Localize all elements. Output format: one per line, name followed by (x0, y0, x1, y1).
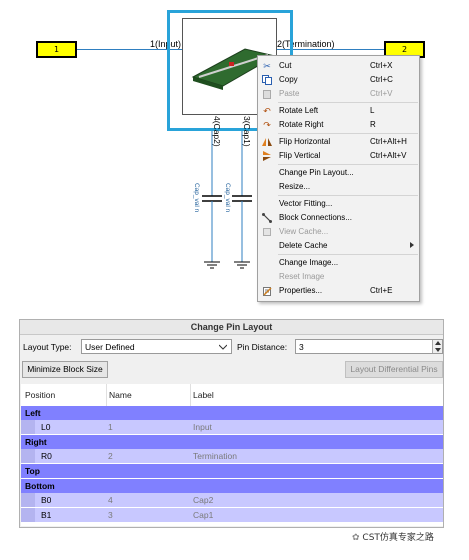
minimize-block-size-button[interactable]: Minimize Block Size (22, 361, 108, 378)
dialog-title: Change Pin Layout (20, 320, 443, 335)
paste-icon (262, 89, 272, 99)
row-header-cell (21, 420, 35, 434)
chevron-down-icon (219, 344, 227, 350)
cap-value-label-2: Cap_val n (224, 183, 231, 213)
menu-separator (278, 164, 418, 165)
layout-type-select[interactable]: User Defined (81, 339, 232, 354)
pin-distance-spinner[interactable]: 3 (295, 339, 443, 354)
menu-item-paste[interactable]: Paste Ctrl+V (258, 87, 419, 101)
cell-position: B0 (41, 495, 52, 505)
menu-separator (278, 133, 418, 134)
column-header-position[interactable]: Position (21, 384, 107, 406)
pin-distance-value: 3 (299, 342, 304, 352)
menu-item-reset-image[interactable]: Reset Image (258, 270, 419, 284)
cell-position: R0 (41, 451, 52, 461)
column-header-label[interactable]: Label (191, 384, 443, 406)
spinner-down-icon[interactable] (435, 348, 441, 352)
menu-separator (278, 195, 418, 196)
watermark-text: CST仿真专家之路 (362, 533, 434, 543)
cap-value-label-1: Cap_val n (193, 183, 200, 213)
row-header-cell (21, 449, 35, 463)
layout-differential-pins-button[interactable]: Layout Differential Pins (345, 361, 443, 378)
column-header-name[interactable]: Name (107, 384, 191, 406)
group-row-left[interactable]: Left (21, 406, 443, 420)
menu-item-vector-fitting[interactable]: Vector Fitting... (258, 197, 419, 211)
layout-type-label: Layout Type: (23, 342, 72, 352)
menu-item-resize[interactable]: Resize... (258, 180, 419, 194)
wechat-icon: ✿ (352, 533, 360, 543)
pin-layout-table[interactable]: Position Name Label Left L0 1 Input Righ… (21, 384, 443, 526)
menu-item-view-cache[interactable]: View Cache... (258, 225, 419, 239)
menu-item-rotate-left[interactable]: ↶ Rotate Left L (258, 104, 419, 118)
group-row-bottom[interactable]: Bottom (21, 479, 443, 493)
copy-icon (262, 75, 272, 85)
menu-item-flip-horizontal[interactable]: Flip Horizontal Ctrl+Alt+H (258, 135, 419, 149)
pin-distance-label: Pin Distance: (237, 342, 288, 352)
row-header-cell (21, 493, 35, 507)
menu-item-properties[interactable]: Properties... Ctrl+E (258, 284, 419, 298)
cell-label: Cap2 (193, 495, 214, 505)
cell-name: 3 (108, 510, 113, 520)
scissors-icon: ✂ (263, 61, 271, 71)
flip-vertical-icon (262, 151, 272, 161)
context-menu: ✂ Cut Ctrl+X Copy Ctrl+C Paste Ctrl+V ↶ … (257, 55, 420, 302)
cell-name: 4 (108, 495, 113, 505)
menu-separator (278, 254, 418, 255)
table-row[interactable]: B0 4 Cap2 (21, 493, 443, 507)
block-connections-icon (262, 213, 272, 223)
properties-icon (262, 286, 272, 296)
layout-type-value: User Defined (85, 342, 135, 352)
group-row-right[interactable]: Right (21, 435, 443, 449)
cell-label: Input (193, 422, 212, 432)
submenu-arrow-icon (410, 242, 414, 248)
spinner-up-icon[interactable] (435, 341, 441, 345)
menu-separator (278, 102, 418, 103)
menu-item-delete-cache[interactable]: Delete Cache (258, 239, 419, 253)
cell-label: Termination (193, 451, 237, 461)
menu-item-change-image[interactable]: Change Image... (258, 256, 419, 270)
cell-name: 1 (108, 422, 113, 432)
menu-item-block-connections[interactable]: Block Connections... (258, 211, 419, 225)
cell-position: L0 (41, 422, 51, 432)
menu-item-change-pin-layout[interactable]: Change Pin Layout... (258, 166, 419, 180)
menu-item-rotate-right[interactable]: ↷ Rotate Right R (258, 118, 419, 132)
rotate-left-icon: ↶ (263, 106, 271, 116)
spinner-buttons[interactable] (432, 340, 442, 353)
flip-horizontal-icon (262, 137, 272, 147)
menu-item-flip-vertical[interactable]: Flip Vertical Ctrl+Alt+V (258, 149, 419, 163)
cell-label: Cap1 (193, 510, 214, 520)
watermark: ✿ CST仿真专家之路 (352, 530, 434, 543)
table-row[interactable]: B1 3 Cap1 (21, 508, 443, 522)
rotate-right-icon: ↷ (263, 120, 271, 130)
table-row[interactable]: L0 1 Input (21, 420, 443, 434)
change-pin-layout-dialog: Change Pin Layout Layout Type: User Defi… (19, 319, 444, 528)
cell-name: 2 (108, 451, 113, 461)
row-header-cell (21, 508, 35, 522)
table-row[interactable]: R0 2 Termination (21, 449, 443, 463)
menu-item-cut[interactable]: ✂ Cut Ctrl+X (258, 59, 419, 73)
cell-position: B1 (41, 510, 52, 520)
group-row-top[interactable]: Top (21, 464, 443, 478)
menu-item-copy[interactable]: Copy Ctrl+C (258, 73, 419, 87)
view-cache-icon (262, 227, 272, 237)
